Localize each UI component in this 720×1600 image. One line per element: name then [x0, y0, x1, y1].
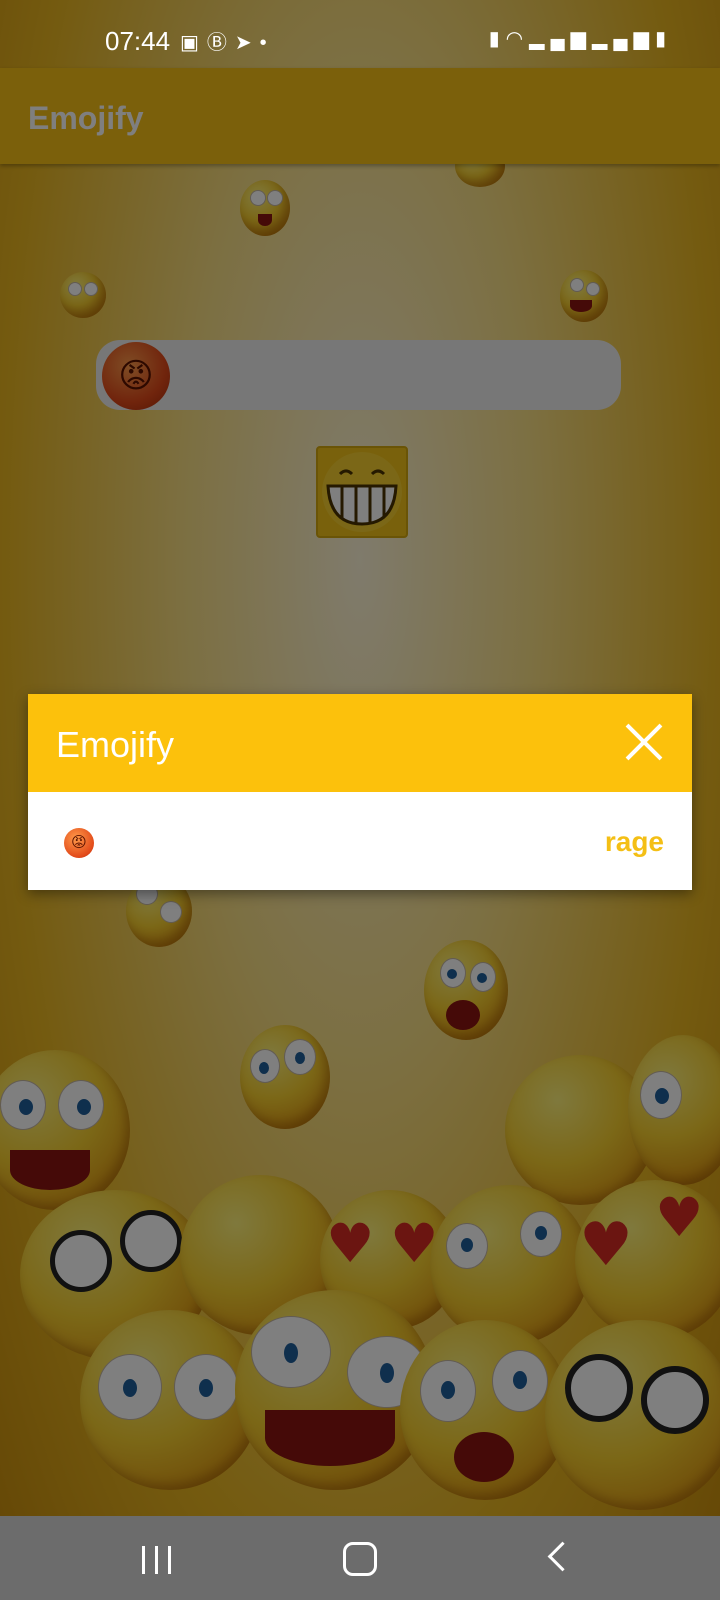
battery-saver-icon: ▮ [488, 28, 506, 50]
dot-icon: • [259, 32, 275, 54]
emoji-result-row[interactable]: 😡 rage [28, 792, 692, 890]
home-icon[interactable] [343, 1542, 377, 1576]
battery-icon: ▮ [654, 28, 672, 50]
image-icon: ▣ [180, 32, 207, 54]
status-time: 07:44 [105, 26, 171, 56]
rage-emoji-icon: 😡 [64, 828, 94, 858]
b-badge-icon: Ⓑ [206, 32, 235, 54]
dialog-title: Emojify [56, 724, 175, 765]
recents-icon[interactable] [140, 1546, 174, 1574]
telegram-icon: ➤ [234, 32, 260, 54]
emoji-name-label: rage [604, 826, 664, 857]
notification-icons: ▣Ⓑ➤• [180, 26, 275, 55]
emojify-dialog: Emojify 😡 rage [28, 694, 692, 890]
system-icons: ▮◠▂▄▆▂▄▆▮ [489, 26, 672, 51]
wifi-icon: ◠ [505, 28, 530, 50]
status-bar: 07:44 ▣Ⓑ➤• ▮◠▂▄▆▂▄▆▮ [0, 0, 720, 68]
back-icon[interactable] [547, 1541, 578, 1572]
navigation-bar [0, 1516, 720, 1600]
signal-icon: ▂▄▆ [592, 28, 655, 50]
dialog-header: Emojify [28, 694, 692, 792]
signal-icon: ▂▄▆ [529, 28, 593, 50]
close-icon[interactable] [624, 722, 664, 762]
